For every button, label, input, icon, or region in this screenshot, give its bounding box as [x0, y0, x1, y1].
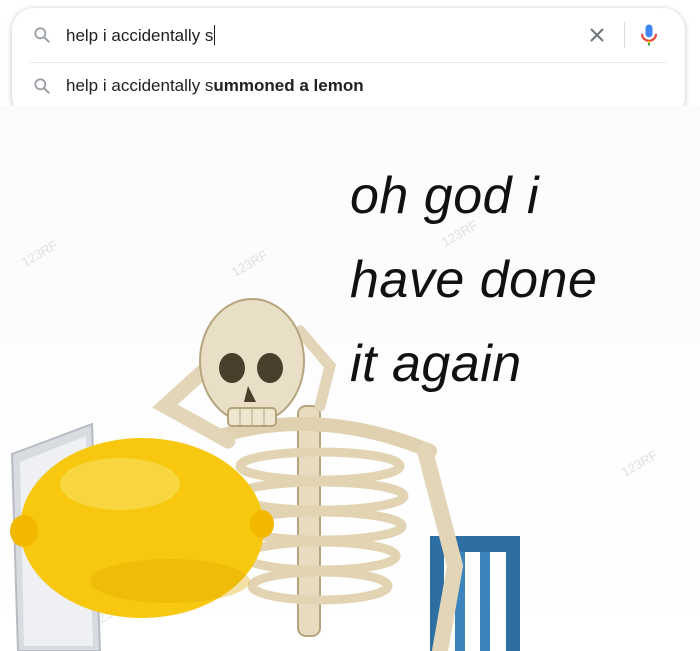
meme-caption: oh god i have done it again — [350, 167, 598, 393]
text-caret — [214, 24, 216, 45]
search-icon — [34, 27, 50, 43]
suggestion-item[interactable]: help i accidentally summoned a lemon — [12, 66, 685, 106]
close-icon[interactable] — [585, 23, 609, 47]
suggestion-divider — [30, 62, 667, 63]
meme-image: 123RF 123RF 123RF 123RF 123RF — [0, 106, 700, 651]
suggestion-text: help i accidentally summoned a lemon — [66, 76, 364, 95]
microphone-icon[interactable] — [635, 21, 663, 49]
search-input[interactable]: help i accidentally s — [66, 24, 216, 46]
search-box: help i accidentally s help i accidentall… — [12, 8, 685, 118]
divider — [624, 22, 625, 48]
search-icon — [34, 78, 50, 94]
